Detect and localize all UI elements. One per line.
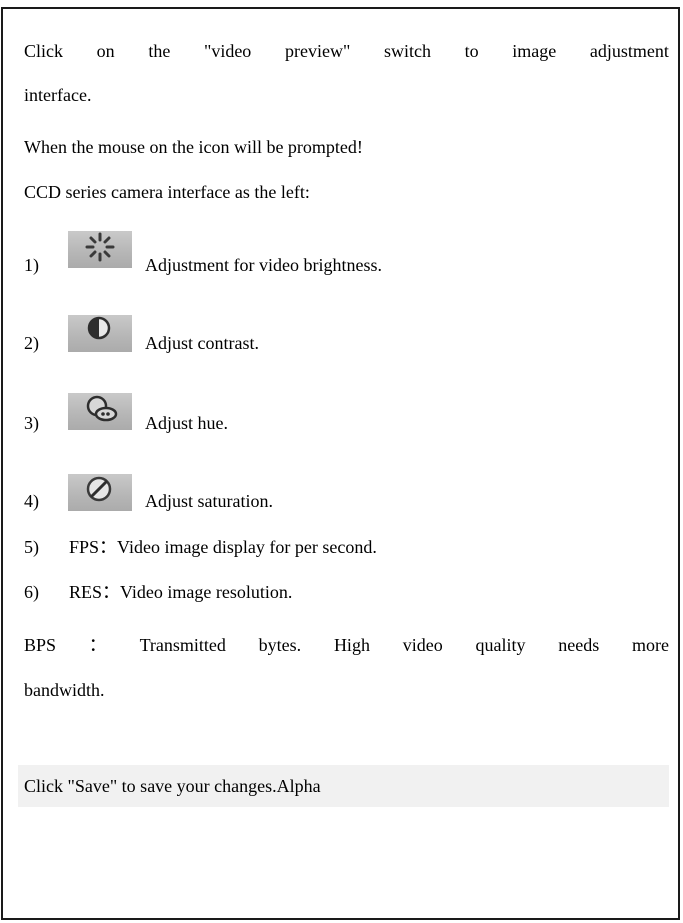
bps-word: High — [333, 635, 370, 655]
intro-word: adjustment — [589, 41, 669, 61]
bps-word: more — [631, 635, 669, 655]
item-text: Adjust contrast. — [145, 333, 259, 353]
bps-word: needs — [558, 635, 600, 655]
item-text: RES：Video image resolution. — [69, 582, 293, 602]
brightness-icon[interactable] — [68, 231, 132, 268]
intro-word: switch — [383, 41, 431, 61]
item-text: Adjust saturation. — [145, 491, 273, 511]
item-number: 1) — [24, 255, 39, 275]
item-number: 4) — [24, 491, 39, 511]
item-number: 3) — [24, 413, 39, 433]
bps-line-2: bandwidth. — [24, 680, 105, 700]
bps-word: video — [402, 635, 443, 655]
bps-word: ： — [88, 635, 107, 655]
bps-word: Transmitted — [139, 635, 226, 655]
hue-icon[interactable] — [68, 393, 132, 430]
item-number: 2) — [24, 333, 39, 353]
item-text: FPS：Video image display for per second. — [69, 537, 377, 557]
contrast-icon[interactable] — [68, 315, 132, 352]
intro-word: on — [96, 41, 115, 61]
intro-word: image — [512, 41, 557, 61]
intro-line-1: Click on the "video preview" switch to i… — [24, 40, 669, 62]
intro-word: preview" — [284, 41, 351, 61]
bps-word: BPS — [24, 635, 57, 655]
intro-line-2: interface. — [24, 85, 92, 105]
mouse-hint: When the mouse on the icon will be promp… — [24, 137, 363, 157]
saturation-icon[interactable] — [68, 474, 132, 511]
bps-word: bytes. — [258, 635, 302, 655]
bps-line-1: BPS ： Transmitted bytes. High video qual… — [24, 634, 669, 656]
item-text: Adjustment for video brightness. — [145, 255, 382, 275]
item-number: 5) — [24, 537, 39, 557]
intro-word: Click — [24, 41, 63, 61]
intro-word: the — [148, 41, 171, 61]
ccd-intro: CCD series camera interface as the left: — [24, 182, 310, 202]
intro-word: "video — [203, 41, 252, 61]
bps-word: quality — [475, 635, 526, 655]
item-text: Adjust hue. — [145, 413, 228, 433]
intro-word: to — [464, 41, 479, 61]
save-note: Click "Save" to save your changes.Alpha — [24, 776, 321, 796]
item-number: 6) — [24, 582, 39, 602]
